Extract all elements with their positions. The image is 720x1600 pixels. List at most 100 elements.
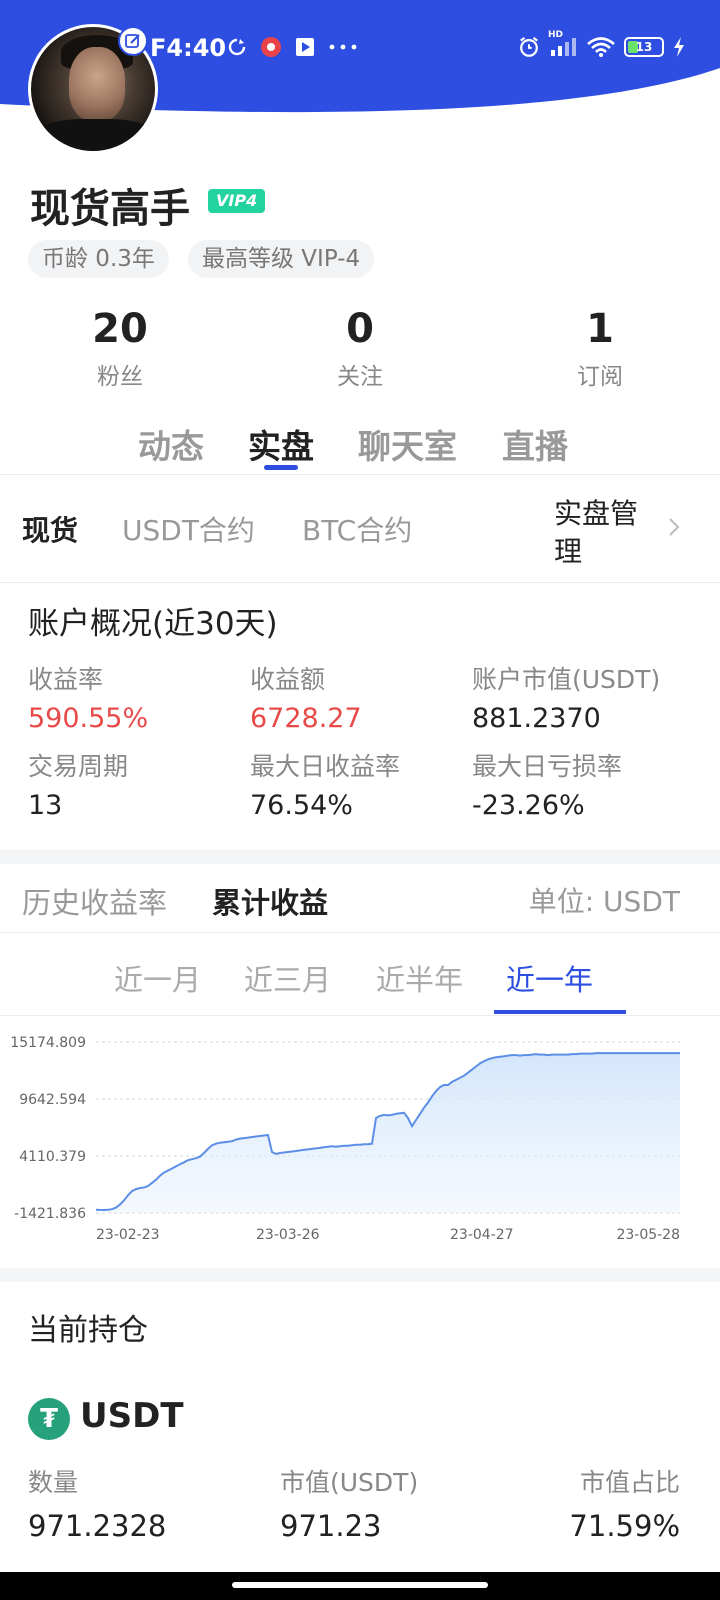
holding-share: 市值占比 71.59% <box>569 1466 680 1544</box>
tab-dynamics[interactable]: 动态 <box>138 420 204 468</box>
tab-usdt-futures[interactable]: USDT合约 <box>122 509 255 549</box>
tab-livestream[interactable]: 直播 <box>502 420 568 468</box>
more-icon <box>328 36 358 58</box>
x-tick-label: 23-04-27 <box>450 1227 514 1243</box>
chart-svg: 15174.809 9642.594 4110.379 -1421.836 23-02-… <box>10 1035 680 1243</box>
account-type-tabs: 现货 USDT合约 BTC合约 实盘管 理 <box>0 495 720 575</box>
x-tick-label: 23-02-23 <box>96 1227 160 1243</box>
metric-value: 13 <box>28 790 63 821</box>
metric-value: 881.2370 <box>472 703 601 734</box>
metric-label: 最大日亏损率 <box>472 752 623 781</box>
subscriptions-label: 订阅 <box>577 364 623 390</box>
holding-market-value: 市值(USDT) 971.23 <box>280 1466 418 1544</box>
sync-icon <box>226 36 248 58</box>
alarm-icon <box>518 36 540 58</box>
wifi-icon <box>586 36 616 58</box>
metric-value: 6728.27 <box>250 703 362 734</box>
holding-value: 971.2328 <box>28 1509 167 1543</box>
chevron-right-icon[interactable] <box>668 517 680 543</box>
metric-trading-period: 交易周期 13 <box>28 751 128 823</box>
active-tab-indicator <box>264 465 298 470</box>
holding-label: 数量 <box>28 1468 79 1497</box>
subscriptions-count: 1 <box>586 306 614 352</box>
metric-profit-amount: 收益额 6728.27 <box>250 664 362 736</box>
tab-btc-futures[interactable]: BTC合约 <box>302 509 412 549</box>
stat-fans[interactable]: 20 粉丝 <box>40 305 200 391</box>
signal-label: HD <box>548 30 564 40</box>
cumulative-profit-chart[interactable]: 15174.809 9642.594 4110.379 -1421.836 23-02-… <box>0 1025 720 1270</box>
range-1y[interactable]: 近一年 <box>506 957 593 999</box>
y-tick-label: 15174.809 <box>10 1035 86 1051</box>
profile-stats: 20 粉丝 0 关注 1 订阅 <box>0 305 720 395</box>
battery-level: 13 <box>635 40 653 54</box>
metric-value: 76.54% <box>250 790 353 821</box>
metric-value: -23.26% <box>472 790 585 821</box>
divider <box>0 1015 720 1016</box>
main-tabs: 动态 实盘 聊天室 直播 <box>0 412 720 472</box>
stat-following[interactable]: 0 关注 <box>280 305 440 391</box>
signal-icon: HD <box>548 30 578 58</box>
manage-label-line2: 理 <box>554 535 583 568</box>
charging-icon <box>672 36 686 58</box>
x-tick-label: 23-03-26 <box>256 1227 320 1243</box>
following-label: 关注 <box>337 364 383 390</box>
tab-historical-return[interactable]: 历史收益率 <box>22 880 167 922</box>
holdings-title: 当前持仓 <box>28 1313 148 1348</box>
holding-value: 971.23 <box>280 1509 382 1543</box>
tab-live-account[interactable]: 实盘 <box>248 420 314 468</box>
vip-badge: VIP4 <box>208 189 266 213</box>
x-tick-label: 23-05-28 <box>616 1227 680 1243</box>
fans-count: 20 <box>92 306 148 352</box>
holding-quantity: 数量 971.2328 <box>28 1466 166 1544</box>
fans-label: 粉丝 <box>97 364 143 390</box>
holding-value: 71.59% <box>569 1509 680 1543</box>
home-indicator[interactable] <box>232 1582 488 1588</box>
y-tick-label: 9642.594 <box>19 1092 86 1108</box>
section-gap <box>0 850 720 864</box>
coin-name: USDT <box>80 1396 184 1436</box>
metric-label: 账户市值(USDT) <box>472 665 661 694</box>
following-count: 0 <box>346 306 374 352</box>
manage-account-link[interactable]: 实盘管 理 <box>554 495 664 571</box>
range-3m[interactable]: 近三月 <box>244 957 331 999</box>
metric-value: 590.55% <box>28 703 149 734</box>
chart-type-tabs: 历史收益率 累计收益 单位: USDT <box>0 870 720 930</box>
manage-label-line1: 实盘管 <box>554 497 639 530</box>
time-range-tabs: 近一月 近三月 近半年 近一年 <box>0 945 720 1015</box>
profile-name: 现货高手 <box>30 186 190 232</box>
metric-label: 收益额 <box>250 665 326 694</box>
tab-spot[interactable]: 现货 <box>22 509 78 549</box>
max-level-tag: 最高等级 VIP-4 <box>188 240 375 278</box>
play-icon <box>294 36 316 58</box>
holding-label: 市值占比 <box>579 1468 680 1497</box>
range-6m[interactable]: 近半年 <box>376 957 463 999</box>
series-area <box>96 1053 680 1213</box>
status-time: F4:40 <box>150 34 227 62</box>
divider <box>0 932 720 933</box>
metric-return-rate: 收益率 590.55% <box>28 664 148 736</box>
metric-max-daily-loss: 最大日亏损率 -23.26% <box>472 751 622 823</box>
active-range-indicator <box>494 1010 626 1014</box>
coin-age-tag: 币龄 0.3年 <box>28 240 169 278</box>
metric-label: 交易周期 <box>28 752 129 781</box>
divider <box>0 474 720 475</box>
holding-label: 市值(USDT) <box>280 1468 419 1497</box>
battery-icon: 13 <box>624 37 664 57</box>
y-tick-label: -1421.836 <box>14 1206 86 1222</box>
divider <box>0 582 720 583</box>
overview-title: 账户概况(近30天) <box>28 606 278 642</box>
tab-cumulative-profit[interactable]: 累计收益 <box>212 880 328 922</box>
section-gap <box>0 1268 720 1282</box>
y-tick-label: 4110.379 <box>19 1149 86 1165</box>
usdt-coin-icon: ₮ <box>28 1398 70 1440</box>
unit-label: 单位: USDT <box>528 885 680 918</box>
edit-icon[interactable] <box>118 26 148 56</box>
metric-label: 最大日收益率 <box>250 752 401 781</box>
range-1m[interactable]: 近一月 <box>114 957 201 999</box>
metric-label: 收益率 <box>28 665 104 694</box>
tab-chatroom[interactable]: 聊天室 <box>358 420 457 468</box>
stat-subscriptions[interactable]: 1 订阅 <box>520 305 680 391</box>
metric-max-daily-gain: 最大日收益率 76.54% <box>250 751 400 823</box>
record-icon <box>260 36 282 58</box>
metric-account-value: 账户市值(USDT) 881.2370 <box>472 664 660 736</box>
